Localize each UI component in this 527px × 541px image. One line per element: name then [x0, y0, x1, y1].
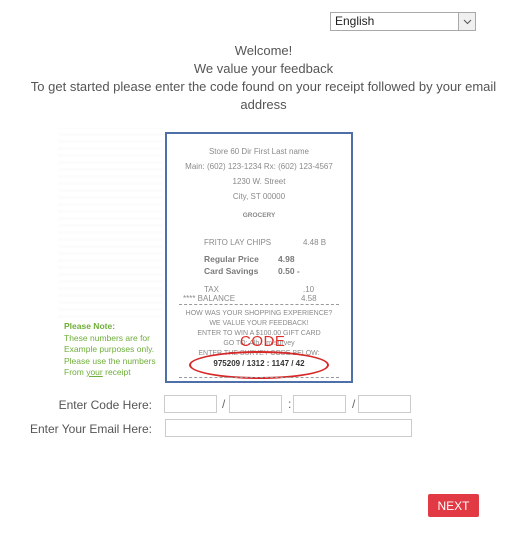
feedback-subheading: We value your feedback	[193, 61, 334, 76]
receipt-regular-price: 4.98	[278, 254, 295, 264]
language-select-value: English	[335, 14, 375, 28]
welcome-heading: Welcome!	[234, 43, 293, 58]
receipt-code-value: 975209 / 1312 : 1147 / 42	[213, 359, 305, 368]
receipt-regular-price-label: Regular Price	[204, 254, 259, 264]
note-line2: Example purposes only.	[64, 344, 155, 354]
receipt-balance: 4.58	[301, 294, 317, 303]
code-input-2[interactable]	[229, 395, 282, 413]
intro-text: Welcome! We value your feedback To get s…	[20, 42, 507, 114]
code-separator-2: :	[288, 397, 292, 411]
faded-background	[58, 128, 163, 318]
receipt-divider	[179, 304, 339, 305]
receipt-balance-label: **** BALANCE	[183, 294, 236, 303]
receipt-divider-bottom	[179, 377, 339, 378]
email-label: Enter Your Email Here:	[29, 422, 152, 436]
next-button[interactable]: NEXT	[428, 494, 479, 517]
receipt-tax-label: TAX	[204, 285, 219, 294]
note-line3: Please use the numbers	[64, 355, 156, 366]
note-line4-pre: From	[64, 367, 87, 377]
receipt-street: 1230 W. Street	[232, 177, 286, 186]
receipt-card-savings: 0.50 -	[278, 266, 300, 276]
note-line4: From your receipt	[64, 367, 156, 379]
note-line4-underlined: your	[86, 367, 103, 377]
receipt-survey-line2: WE VALUE YOUR FEEDBACK!	[209, 320, 309, 327]
email-entry-row: Enter Your Email Here:	[0, 419, 527, 439]
code-separator-1: /	[222, 397, 226, 411]
receipt-department: GROCERY	[242, 212, 276, 219]
note-line1: These numbers are for	[64, 332, 150, 343]
receipt-phones: Main: (602) 123-1234 Rx: (602) 123-4567	[185, 162, 333, 171]
receipt-item-name: FRITO LAY CHIPS	[204, 238, 272, 247]
note-title: Please Note:	[64, 321, 116, 331]
chevron-down-icon[interactable]	[458, 13, 475, 30]
receipt-item-price: 4.48 B	[303, 238, 327, 247]
code-entry-row: Enter Code Here: / : /	[0, 395, 527, 415]
instructions-text: To get started please enter the code fou…	[30, 79, 497, 112]
email-input[interactable]	[165, 419, 412, 437]
language-select[interactable]: English	[330, 12, 476, 31]
receipt-survey-line1: HOW WAS YOUR SHOPPING EXPERIENCE?	[185, 310, 333, 317]
receipt-city: City, ST 00000	[232, 192, 286, 201]
code-input-3[interactable]	[293, 395, 346, 413]
code-input-4[interactable]	[358, 395, 411, 413]
code-separator-3: /	[352, 397, 356, 411]
receipt-card-savings-label: Card Savings	[204, 266, 259, 276]
receipt-store: Store 60 Dir First Last name	[208, 147, 310, 156]
receipt-sample: Store 60 Dir First Last name Main: (602)…	[165, 132, 353, 383]
code-input-1[interactable]	[164, 395, 217, 413]
code-annotation: CODE	[240, 333, 286, 350]
receipt-tax: .10	[303, 285, 315, 294]
code-label: Enter Code Here:	[58, 398, 152, 412]
please-note: Please Note: These numbers are for Examp…	[64, 321, 156, 379]
receipt-example-image: Store 60 Dir First Last name Main: (602)…	[58, 128, 358, 384]
note-line4-post: receipt	[102, 367, 131, 377]
